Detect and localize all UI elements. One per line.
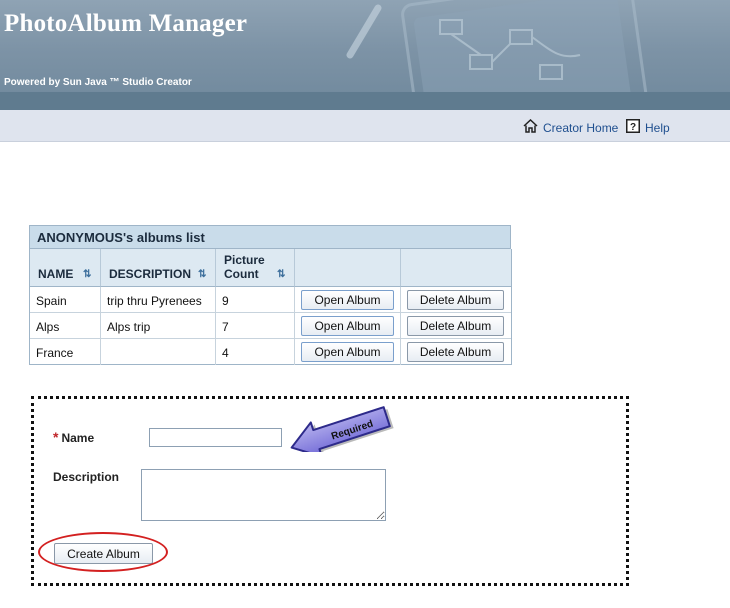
column-picture-count-label: Picture Count — [224, 253, 265, 281]
name-input[interactable] — [149, 428, 282, 447]
album-description-cell — [101, 339, 216, 365]
picture-count-cell: 4 — [216, 339, 295, 365]
delete-cell: Delete Album — [401, 287, 512, 313]
open-cell: Open Album — [295, 339, 401, 365]
table-row: Alps Alps trip 7 Open Album Delete Album — [29, 313, 512, 339]
help-label: Help — [645, 120, 670, 135]
column-header-name: NAME ⇅ — [29, 249, 101, 287]
delete-album-button[interactable]: Delete Album — [407, 342, 504, 362]
name-label-text: Name — [61, 431, 95, 445]
delete-album-button[interactable]: Delete Album — [407, 316, 504, 336]
column-name-label: NAME — [38, 267, 74, 281]
utility-bar: Creator Home ? Help — [0, 110, 730, 142]
table-row: France 4 Open Album Delete Album — [29, 339, 512, 365]
question-icon: ? — [626, 119, 640, 136]
column-header-open — [295, 249, 401, 287]
column-header-picture-count: Picture Count ⇅ — [216, 249, 295, 287]
app-banner: PhotoAlbum Manager Powered by Sun Java ™… — [0, 0, 730, 110]
album-description-cell: Alps trip — [101, 313, 216, 339]
album-description-cell: trip thru Pyrenees — [101, 287, 216, 313]
table-row: Spain trip thru Pyrenees 9 Open Album De… — [29, 287, 512, 313]
open-cell: Open Album — [295, 313, 401, 339]
column-header-delete — [401, 249, 512, 287]
album-name-cell: France — [29, 339, 101, 365]
create-album-highlight-ellipse — [38, 532, 168, 572]
album-name-cell: Spain — [29, 287, 101, 313]
open-album-button[interactable]: Open Album — [301, 342, 394, 362]
name-label: * Name — [53, 429, 94, 445]
open-album-button[interactable]: Open Album — [301, 290, 394, 310]
help-link[interactable]: ? Help — [626, 119, 670, 136]
delete-cell: Delete Album — [401, 313, 512, 339]
picture-count-cell: 9 — [216, 287, 295, 313]
open-cell: Open Album — [295, 287, 401, 313]
creator-home-link[interactable]: Creator Home — [523, 118, 619, 136]
delete-album-button[interactable]: Delete Album — [407, 290, 504, 310]
svg-text:?: ? — [630, 122, 636, 133]
delete-cell: Delete Album — [401, 339, 512, 365]
column-description-label: DESCRIPTION — [109, 267, 192, 281]
home-icon — [523, 118, 538, 136]
albums-table-title: ANONYMOUS's albums list — [29, 225, 511, 249]
column-header-description: DESCRIPTION ⇅ — [101, 249, 216, 287]
sort-description-icon[interactable]: ⇅ — [198, 269, 206, 280]
album-name-cell: Alps — [29, 313, 101, 339]
powered-by-text: Powered by Sun Java ™ Studio Creator — [4, 77, 192, 88]
description-label: Description — [53, 470, 120, 484]
sort-picture-count-icon[interactable]: ⇅ — [277, 269, 285, 280]
description-textarea[interactable] — [141, 469, 386, 521]
required-marker: * — [53, 429, 59, 445]
sort-name-icon[interactable]: ⇅ — [83, 269, 91, 280]
open-album-button[interactable]: Open Album — [301, 316, 394, 336]
required-callout-arrow: Required — [290, 406, 394, 452]
picture-count-cell: 7 — [216, 313, 295, 339]
app-title: PhotoAlbum Manager — [4, 10, 248, 37]
creator-home-label: Creator Home — [543, 120, 619, 135]
albums-table-header: NAME ⇅ DESCRIPTION ⇅ Picture Count ⇅ — [29, 249, 512, 287]
